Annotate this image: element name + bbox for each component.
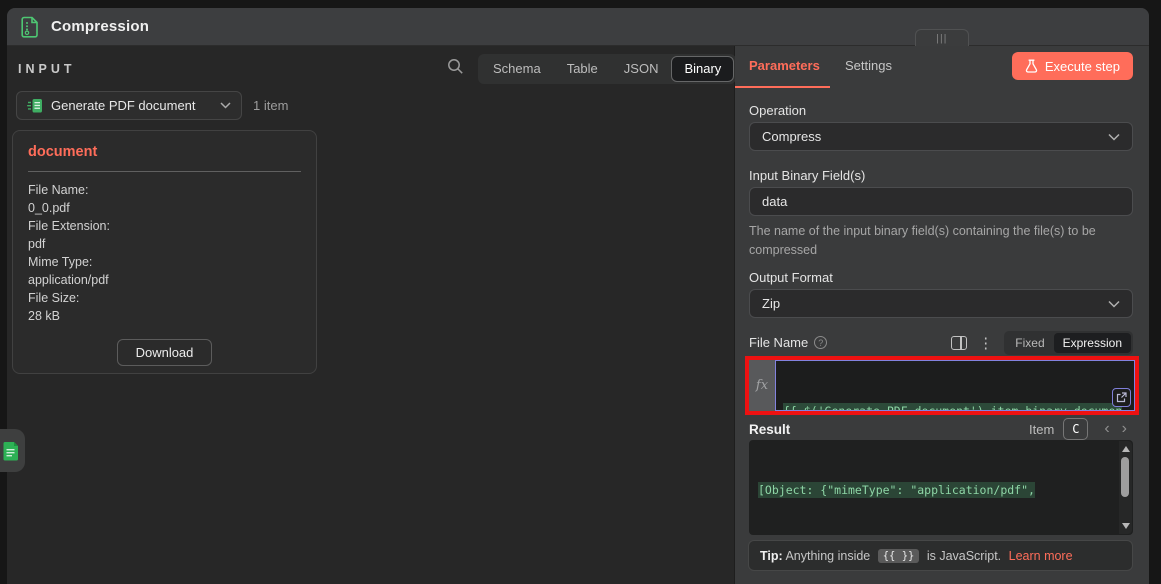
scroll-up-icon[interactable] xyxy=(1122,446,1130,452)
file-name-controls: ⋮ Fixed Expression xyxy=(951,331,1133,355)
fx-badge: fx xyxy=(749,360,775,411)
pdf-node-icon xyxy=(27,98,43,114)
file-name-expression-input[interactable]: {{ $('Generate PDF document').item.binar… xyxy=(775,360,1135,411)
output-format-value: Zip xyxy=(762,296,1108,311)
input-panel: INPUT Schema Table JSON Binary xyxy=(7,46,735,584)
node-title: Compression xyxy=(51,18,149,35)
output-format-select[interactable]: Zip xyxy=(749,289,1133,318)
tip-expression-badge: {{ }} xyxy=(878,549,920,563)
node-modal: Compression ||| INPUT Schema Table JSON xyxy=(7,8,1149,584)
item-index-input[interactable]: C xyxy=(1063,418,1088,440)
tab-parameters[interactable]: Parameters xyxy=(749,58,820,73)
input-binary-label: Input Binary Field(s) xyxy=(749,168,865,183)
binary-key-title: document xyxy=(28,144,301,160)
input-source-select[interactable]: Generate PDF document xyxy=(16,91,242,120)
binary-file-card: document File Name: 0_0.pdf File Extensi… xyxy=(12,130,317,374)
result-header: Result Item C ‹ › xyxy=(749,418,1133,440)
scroll-down-icon[interactable] xyxy=(1122,523,1130,529)
tab-json[interactable]: JSON xyxy=(611,56,672,82)
chevron-down-icon xyxy=(1108,300,1120,308)
file-field-value: 28 kB xyxy=(28,307,301,325)
document-icon xyxy=(2,441,20,461)
modal-body: INPUT Schema Table JSON Binary xyxy=(7,46,1149,584)
input-source-value: Generate PDF document xyxy=(51,98,212,113)
file-field-value: pdf xyxy=(28,235,301,253)
file-field-value: application/pdf xyxy=(28,271,301,289)
items-count: 1 item xyxy=(253,98,288,113)
chevron-down-icon xyxy=(220,102,231,109)
tip-text: Anything inside xyxy=(783,549,874,563)
download-button[interactable]: Download xyxy=(117,339,213,366)
output-format-label: Output Format xyxy=(749,270,833,285)
input-binary-field[interactable]: data xyxy=(749,187,1133,216)
input-binary-hint: The name of the input binary field(s) co… xyxy=(749,222,1131,260)
active-tab-underline xyxy=(735,86,830,88)
card-divider xyxy=(28,171,301,172)
kebab-menu-icon[interactable]: ⋮ xyxy=(978,336,993,351)
item-label: Item xyxy=(1029,422,1054,437)
parameters-panel: Parameters Settings Execute step Operati… xyxy=(735,46,1149,584)
panel-resize-handle[interactable]: ||| xyxy=(915,29,969,47)
operation-select[interactable]: Compress xyxy=(749,122,1133,151)
expression-line: {{ $('Generate PDF document').item.binar… xyxy=(783,403,1122,411)
help-icon[interactable]: ? xyxy=(814,336,827,349)
learn-more-link[interactable]: Learn more xyxy=(1009,549,1073,563)
tip-bar: Tip: Anything inside {{ }} is JavaScript… xyxy=(748,540,1133,571)
input-source-row: Generate PDF document 1 item xyxy=(16,91,288,120)
file-field-label: File Size: xyxy=(28,289,301,307)
fixed-expression-toggle: Fixed Expression xyxy=(1004,331,1133,355)
compression-node-icon xyxy=(20,16,40,38)
result-output: [Object: {"mimeType": "application/pdf",… xyxy=(749,440,1133,535)
result-label: Result xyxy=(749,422,1029,437)
mode-expression-button[interactable]: Expression xyxy=(1054,333,1131,353)
operation-value: Compress xyxy=(762,129,1108,144)
tip-text: is JavaScript. xyxy=(923,549,1004,563)
n8n-node-detail-view: Compression ||| INPUT Schema Table JSON xyxy=(0,0,1161,584)
file-field-value: 0_0.pdf xyxy=(28,199,301,217)
annotation-highlight-box: fx {{ $('Generate PDF document').item.bi… xyxy=(745,356,1139,415)
drag-handle-icon: ||| xyxy=(936,33,948,43)
file-name-label: File Name xyxy=(749,335,808,350)
execute-step-label: Execute step xyxy=(1045,59,1120,74)
result-scrollbar[interactable] xyxy=(1119,441,1132,534)
expand-icon xyxy=(1116,392,1127,403)
modal-header: Compression xyxy=(7,8,1149,46)
file-field-label: File Extension: xyxy=(28,217,301,235)
mode-fixed-button[interactable]: Fixed xyxy=(1006,333,1053,353)
flask-icon xyxy=(1025,59,1038,73)
columns-icon[interactable] xyxy=(951,336,967,350)
scrollbar-thumb[interactable] xyxy=(1121,457,1129,497)
tip-prefix: Tip: xyxy=(760,549,783,563)
result-line: [Object: {"mimeType": "application/pdf", xyxy=(758,482,1035,498)
tab-table[interactable]: Table xyxy=(554,56,611,82)
execute-step-button[interactable]: Execute step xyxy=(1012,52,1133,80)
input-binary-value: data xyxy=(762,194,1120,209)
file-field-label: File Name: xyxy=(28,181,301,199)
prev-item-icon[interactable]: ‹ xyxy=(1098,421,1115,437)
search-icon xyxy=(447,58,464,75)
tab-settings[interactable]: Settings xyxy=(845,58,892,73)
expand-expression-button[interactable] xyxy=(1112,388,1131,407)
file-name-label-row: File Name ? xyxy=(749,335,827,350)
file-field-label: Mime Type: xyxy=(28,253,301,271)
canvas-node[interactable] xyxy=(0,429,25,472)
next-item-icon[interactable]: › xyxy=(1116,421,1133,437)
search-button[interactable] xyxy=(445,58,465,78)
input-view-tabs: Schema Table JSON Binary xyxy=(478,54,736,84)
tab-binary[interactable]: Binary xyxy=(671,56,734,82)
chevron-down-icon xyxy=(1108,133,1120,141)
operation-label: Operation xyxy=(749,103,806,118)
tab-schema[interactable]: Schema xyxy=(480,56,554,82)
input-panel-title: INPUT xyxy=(18,62,76,76)
